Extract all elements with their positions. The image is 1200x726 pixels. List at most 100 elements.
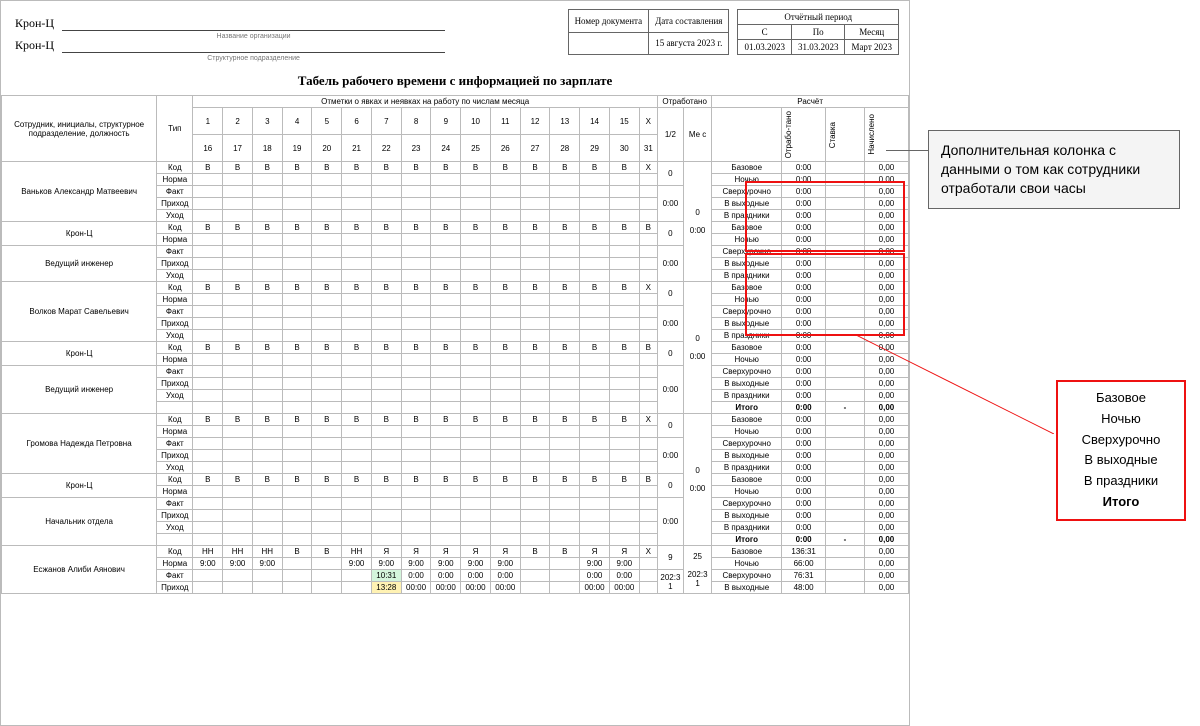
day-cell <box>639 522 657 534</box>
calc-hrs: 0:00 <box>782 534 826 546</box>
day-cell: НН <box>223 546 253 558</box>
day-cell: В <box>223 474 253 486</box>
subdivision-name: Крон-Ц <box>15 38 54 53</box>
day-col: 29 <box>580 135 610 162</box>
day-cell <box>312 318 342 330</box>
day-cell <box>342 294 372 306</box>
day-cell <box>252 306 282 318</box>
row-type: Факт <box>157 366 193 378</box>
calc-label: Ночью <box>712 354 782 366</box>
day-cell <box>401 294 431 306</box>
day-cell: Я <box>371 546 401 558</box>
calc-rate <box>826 330 865 342</box>
day-cell <box>431 498 461 510</box>
day-cell <box>371 258 401 270</box>
day-cell <box>490 498 520 510</box>
day-cell <box>312 210 342 222</box>
day-cell: В <box>252 342 282 354</box>
day-cell: В <box>461 222 491 234</box>
day-cell <box>312 522 342 534</box>
day-cell <box>490 462 520 474</box>
day-cell: X <box>639 414 657 426</box>
calc-rate <box>826 210 865 222</box>
day-cell <box>401 330 431 342</box>
day-cell: В <box>342 162 372 174</box>
calc-rate <box>826 342 865 354</box>
day-cell: В <box>490 474 520 486</box>
half-val: 0 <box>657 342 683 366</box>
day-cell: Я <box>461 546 491 558</box>
calc-hrs: 0:00 <box>782 258 826 270</box>
day-col: 26 <box>490 135 520 162</box>
calc-rate <box>826 450 865 462</box>
row-type: Код <box>157 282 193 294</box>
day-cell <box>371 246 401 258</box>
day-cell: X <box>639 282 657 294</box>
row-type: Факт <box>157 246 193 258</box>
day-cell <box>639 306 657 318</box>
calc-rate <box>826 474 865 486</box>
day-cell: В <box>223 282 253 294</box>
day-cell <box>520 330 550 342</box>
calc-label: Итого <box>712 402 782 414</box>
day-cell <box>520 450 550 462</box>
day-cell <box>193 210 223 222</box>
day-cell <box>312 270 342 282</box>
table-head: Сотрудник, инициалы, структурное подразд… <box>2 96 909 162</box>
day-cell <box>401 258 431 270</box>
day-cell: В <box>550 474 580 486</box>
day-cell <box>252 426 282 438</box>
day-cell <box>223 258 253 270</box>
day-cell <box>312 498 342 510</box>
day-cell: В <box>312 222 342 234</box>
day-cell <box>639 558 657 570</box>
day-cell <box>520 486 550 498</box>
day-cell <box>312 438 342 450</box>
day-cell: В <box>461 414 491 426</box>
day-cell <box>223 438 253 450</box>
day-cell <box>580 246 610 258</box>
day-cell <box>193 294 223 306</box>
header: Крон-Ц Название организации Крон-Ц Струк… <box>1 9 909 61</box>
month-val: 25202:3 1 <box>683 546 711 594</box>
day-cell: 9:00 <box>609 558 639 570</box>
row-type: Норма <box>157 234 193 246</box>
day-cell <box>342 366 372 378</box>
day-cell: В <box>282 222 312 234</box>
calc-sum: 0,00 <box>864 462 908 474</box>
day-cell <box>252 318 282 330</box>
calc-sum: 0,00 <box>864 534 908 546</box>
day-cell: В <box>223 222 253 234</box>
day-cell <box>461 198 491 210</box>
calc-label: Ночью <box>712 426 782 438</box>
calc-label: Сверхурочно <box>712 306 782 318</box>
day-cell: В <box>609 414 639 426</box>
day-cell <box>461 402 491 414</box>
calc-hrs: 76:31 <box>782 570 826 582</box>
day-cell: В <box>193 162 223 174</box>
day-cell <box>461 186 491 198</box>
day-cell: В <box>609 222 639 234</box>
day-cell <box>431 378 461 390</box>
day-cell: 9:00 <box>342 558 372 570</box>
calc-hrs: 0:00 <box>782 414 826 426</box>
day-cell <box>550 246 580 258</box>
day-cell: 9:00 <box>431 558 461 570</box>
row-type: Факт <box>157 438 193 450</box>
calc-label: Ночью <box>712 174 782 186</box>
day-cell: В <box>580 342 610 354</box>
day-cell <box>520 462 550 474</box>
day-cell <box>520 558 550 570</box>
day-cell <box>312 306 342 318</box>
day-cell <box>609 522 639 534</box>
day-cell <box>401 390 431 402</box>
day-cell <box>520 186 550 198</box>
day-cell: В <box>371 222 401 234</box>
day-cell <box>490 330 520 342</box>
day-cell <box>609 438 639 450</box>
day-cell <box>342 402 372 414</box>
day-cell <box>401 354 431 366</box>
day-cell <box>431 486 461 498</box>
day-cell <box>342 258 372 270</box>
day-cell <box>639 462 657 474</box>
